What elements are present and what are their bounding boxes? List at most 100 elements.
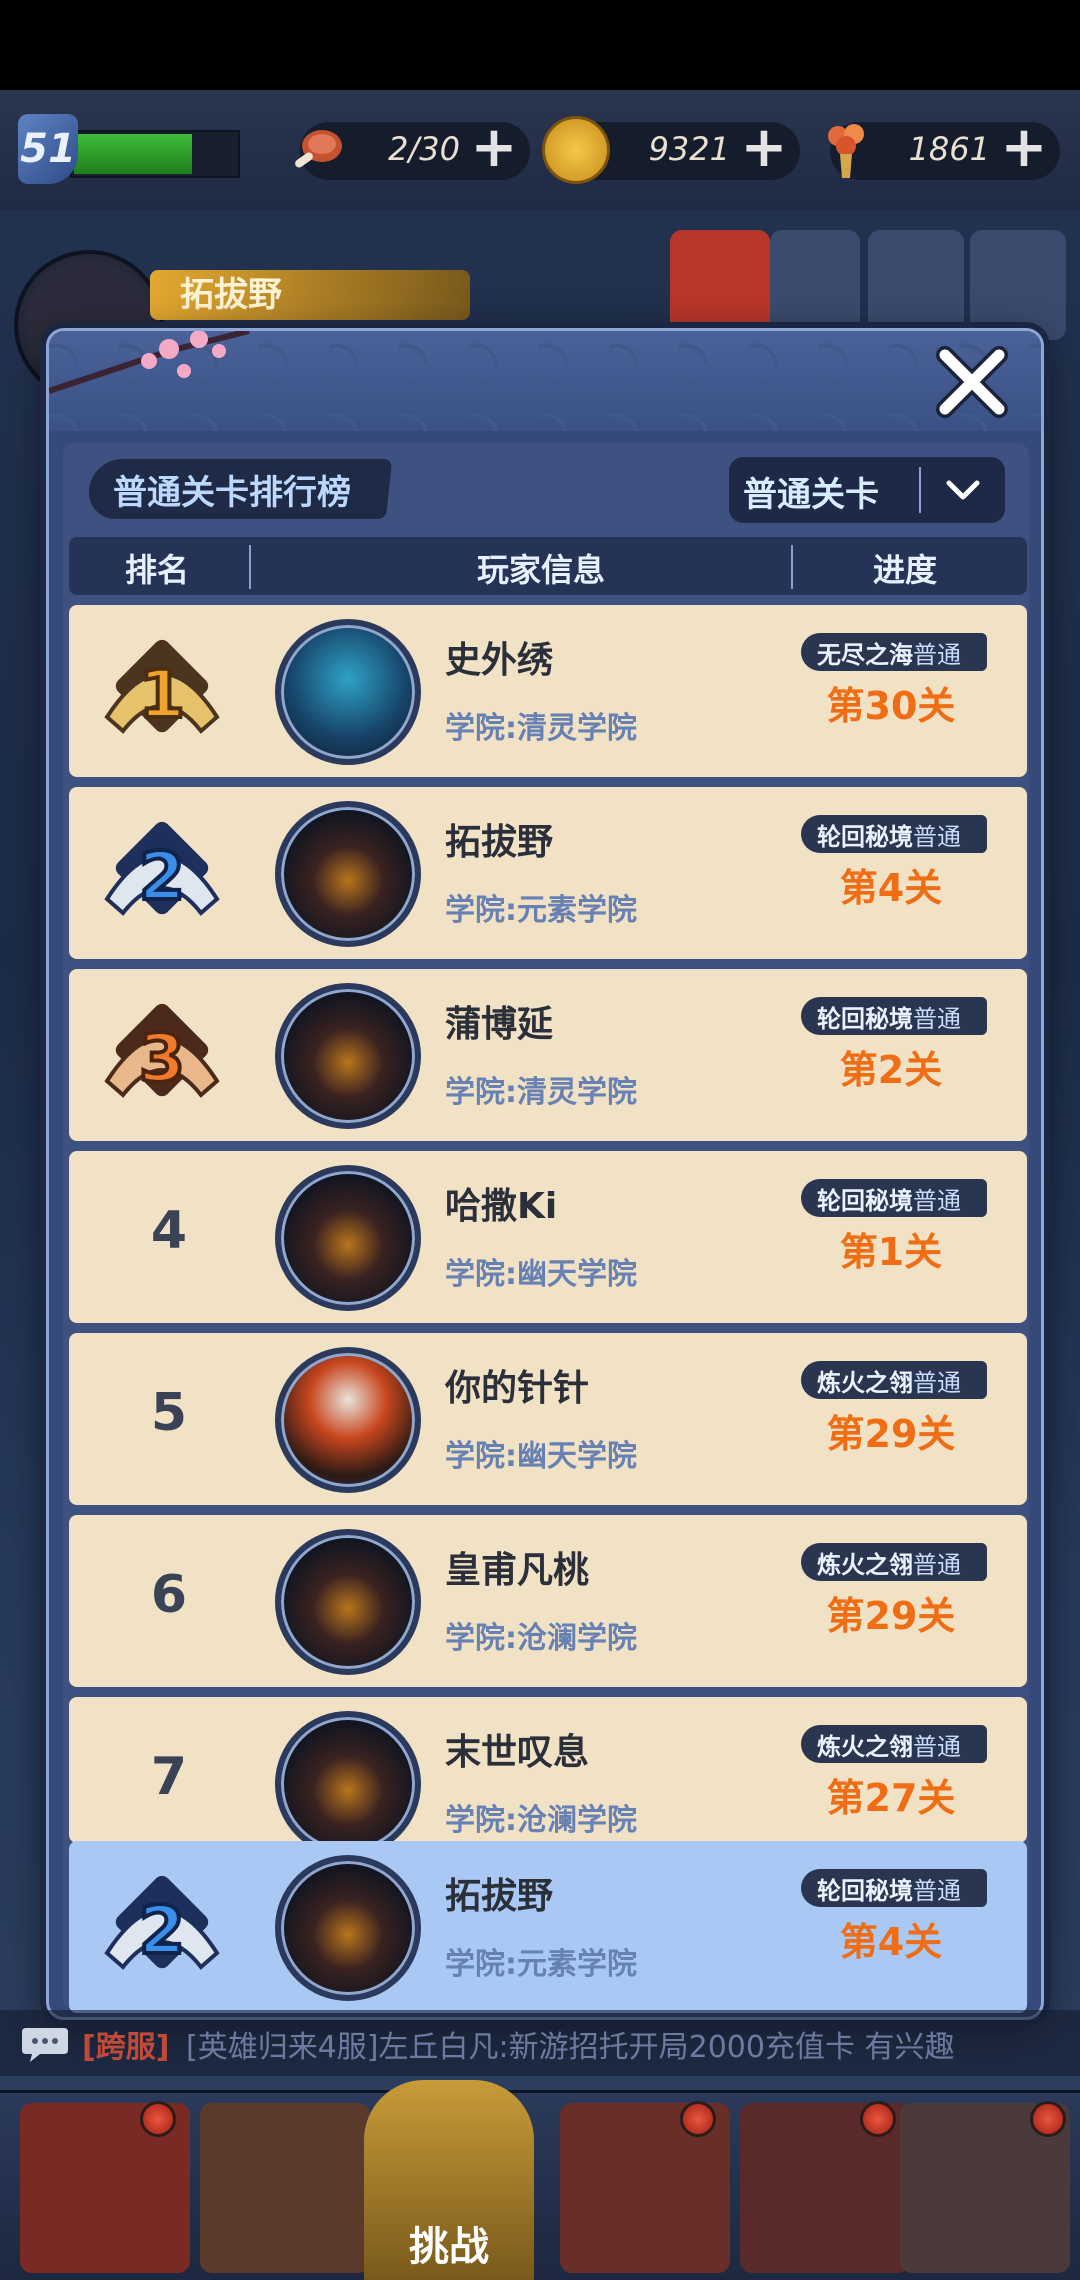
gem-bundle-icon <box>812 116 880 184</box>
stage-number: 第4关 <box>839 866 943 910</box>
stage-map: 无尽之海 <box>817 641 913 669</box>
close-icon[interactable] <box>929 339 1015 425</box>
chat-bubble-icon[interactable] <box>18 2016 72 2070</box>
player-school: 学院:幽天学院 <box>445 1257 637 1292</box>
stage-map: 炼火之翎 <box>817 1369 913 1397</box>
rank-number: 6 <box>150 1565 188 1625</box>
chevron-down-icon <box>946 480 980 500</box>
rank-medal-icon: 2 <box>104 821 220 917</box>
challenge-button[interactable]: 挑战 <box>364 2080 534 2280</box>
mail-menu-icon[interactable] <box>970 230 1066 340</box>
stage-number: 第1关 <box>839 1230 943 1274</box>
avatar[interactable] <box>275 1165 421 1311</box>
header-player: 玩家信息 <box>477 551 606 589</box>
avatar[interactable] <box>275 1855 421 2001</box>
stage-number: 第29关 <box>826 1412 956 1456</box>
player-school: 学院:沧澜学院 <box>445 1621 637 1656</box>
rank-number: 7 <box>150 1747 188 1807</box>
rank-number: 1 <box>139 656 185 733</box>
table-row[interactable]: 3 蒲博延 学院:清灵学院 轮回秘境 普通 第2关 <box>69 969 1027 1141</box>
player-name: 你的针针 <box>445 1368 590 1409</box>
stage-mode: 普通 <box>913 1369 961 1397</box>
header-rank: 排名 <box>125 551 190 589</box>
stage-mode: 普通 <box>913 1187 961 1215</box>
stage-mode: 普通 <box>913 1733 961 1761</box>
resource-bar: 51 2/30 + 9321 + 1861 + <box>0 90 1080 210</box>
xp-bar <box>70 130 240 178</box>
event-menu-icon[interactable] <box>670 230 770 340</box>
dropdown-selected: 普通关卡 <box>743 475 879 515</box>
player-name: 史外绣 <box>445 640 554 681</box>
avatar[interactable] <box>275 801 421 947</box>
player-school: 学院:幽天学院 <box>445 1439 637 1474</box>
notification-dot <box>860 2101 896 2137</box>
avatar[interactable] <box>275 619 421 765</box>
player-school: 学院:元素学院 <box>445 893 637 928</box>
rank-medal-icon: 1 <box>104 639 220 735</box>
stage-mode: 普通 <box>913 1877 961 1905</box>
table-row[interactable]: 4 哈撒Ki 学院:幽天学院 轮回秘境 普通 第1关 <box>69 1151 1027 1323</box>
meat-icon <box>282 116 350 184</box>
stage-map: 炼火之翎 <box>817 1551 913 1579</box>
header-progress: 进度 <box>873 551 938 589</box>
rank-number: 3 <box>139 1020 185 1097</box>
player-school: 学院:元素学院 <box>445 1947 637 1982</box>
player-school: 学院:清灵学院 <box>445 1075 637 1110</box>
add-stamina-button[interactable]: + <box>470 120 518 176</box>
gem-counter: 1861 + <box>828 120 1060 180</box>
nav-bag[interactable] <box>200 2103 370 2273</box>
avatar[interactable] <box>275 983 421 1129</box>
stage-map: 轮回秘境 <box>817 1005 913 1033</box>
chat-ticker[interactable]: [跨服] [英雄归来4服]左丘白凡:新游招托开局2000充值卡 有兴趣 <box>0 2010 1080 2076</box>
player-school: 学院:沧澜学院 <box>445 1803 637 1838</box>
notification-dot <box>680 2101 716 2137</box>
stage-number: 第27关 <box>826 1776 956 1820</box>
avatar[interactable] <box>275 1347 421 1493</box>
add-gold-button[interactable]: + <box>740 120 788 176</box>
rank-menu-icon[interactable] <box>770 230 860 340</box>
player-name: 拓拔野 <box>150 270 470 320</box>
player-name: 哈撒Ki <box>445 1186 558 1227</box>
stage-mode: 普通 <box>913 641 961 669</box>
avatar[interactable] <box>275 1711 421 1843</box>
stage-type-dropdown[interactable]: 普通关卡 <box>729 457 1005 523</box>
table-row[interactable]: 2 拓拔野 学院:元素学院 轮回秘境 普通 第4关 <box>69 787 1027 959</box>
challenge-label: 挑战 <box>409 2224 489 2270</box>
player-name: 皇甫凡桃 <box>445 1550 590 1591</box>
player-level: 51 <box>18 114 78 184</box>
leaderboard-title: 普通关卡排行榜 <box>113 473 351 513</box>
stage-number: 第30关 <box>826 684 956 728</box>
cherry-blossom-decoration <box>49 331 250 394</box>
stage-map: 轮回秘境 <box>817 1877 913 1905</box>
chat-message: [英雄归来4服]左丘白凡:新游招托开局2000充值卡 有兴趣 <box>186 2030 955 2065</box>
stage-map: 轮回秘境 <box>817 1187 913 1215</box>
stage-mode: 普通 <box>913 823 961 851</box>
add-gems-button[interactable]: + <box>1000 120 1048 176</box>
stage-mode: 普通 <box>913 1005 961 1033</box>
stage-map: 炼火之翎 <box>817 1733 913 1761</box>
rank-number: 2 <box>139 1892 185 1969</box>
checkin-menu-icon[interactable] <box>868 230 964 340</box>
avatar[interactable] <box>275 1529 421 1675</box>
gold-counter: 9321 + <box>542 116 800 184</box>
leaderboard-modal: 普通关卡排行榜 普通关卡 排名 玩家信息 进度 1 史外绣 学院:清灵学院 无尽… <box>46 328 1044 2020</box>
player-name: 末世叹息 <box>445 1732 590 1773</box>
rank-medal-icon: 2 <box>104 1875 220 1971</box>
rank-medal-icon: 3 <box>104 1003 220 1099</box>
table-row[interactable]: 6 皇甫凡桃 学院:沧澜学院 炼火之翎 普通 第29关 <box>69 1515 1027 1687</box>
stage-map: 轮回秘境 <box>817 823 913 851</box>
coin-icon <box>542 116 610 184</box>
player-school: 学院:清灵学院 <box>445 711 637 746</box>
table-row[interactable]: 7 末世叹息 学院:沧澜学院 炼火之翎 普通 第27关 <box>69 1697 1027 1843</box>
rank-number: 5 <box>150 1383 188 1443</box>
notification-dot <box>1030 2101 1066 2137</box>
player-name: 拓拔野 <box>445 1876 554 1917</box>
my-rank-row[interactable]: 2 拓拔野 学院:元素学院 轮回秘境 普通 第4关 <box>69 1841 1027 2013</box>
stage-number: 第2关 <box>839 1048 943 1092</box>
chat-channel: [跨服] <box>82 2030 170 2065</box>
table-row[interactable]: 5 你的针针 学院:幽天学院 炼火之翎 普通 第29关 <box>69 1333 1027 1505</box>
table-row[interactable]: 1 史外绣 学院:清灵学院 无尽之海 普通 第30关 <box>69 605 1027 777</box>
player-name: 拓拔野 <box>445 822 554 863</box>
stamina-counter: 2/30 + <box>295 120 530 180</box>
notification-dot <box>140 2101 176 2137</box>
